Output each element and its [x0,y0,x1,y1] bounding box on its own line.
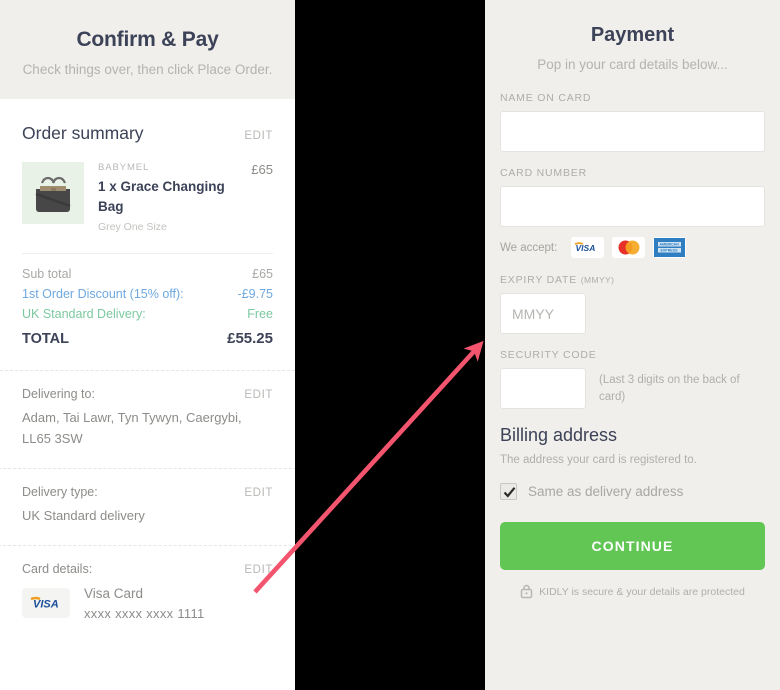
order-summary-body: Order summary EDIT BABYMEL 1 x Grace Cha… [0,99,295,352]
product-price: £65 [251,162,273,177]
delivery-type-header: Delivery type: EDIT [22,485,273,499]
totals-row-delivery: UK Standard Delivery: Free [22,304,273,324]
expiry-date-label-text: EXPIRY DATE [500,274,578,286]
billing-address-subtitle: The address your card is registered to. [500,454,697,466]
discount-value: -£9.75 [237,287,273,302]
saved-card-text: Visa Card xxxx xxxx xxxx 1111 [70,586,205,621]
checkmark-icon [503,487,516,498]
payment-header: Payment Pop in your card details below..… [500,0,765,92]
card-number-input[interactable] [500,186,765,227]
security-code-group: SECURITY CODE (Last 3 digits on the back… [500,349,765,409]
card-number-group: CARD NUMBER [500,167,765,227]
mastercard-icon [612,237,646,258]
svg-text:VISA: VISA [33,599,59,611]
delivery-type-block: Delivery type: EDIT UK Standard delivery [22,469,273,545]
svg-text:AMERICAN: AMERICAN [660,243,680,247]
card-details-header: Card details: EDIT [22,562,273,576]
same-as-delivery-label: Same as delivery address [528,484,684,499]
totals-row-grand-total: TOTAL £55.25 [22,324,273,350]
visa-logo-glyph: VISA [574,242,596,253]
security-code-hint: (Last 3 digits on the back of card) [599,374,740,403]
security-code-row: (Last 3 digits on the back of card) [500,368,765,409]
edit-order-summary-link[interactable]: EDIT [244,130,273,142]
edit-delivery-type-link[interactable]: EDIT [244,487,273,499]
card-details-section: Card details: EDIT VISA Visa Card xxxx x… [0,546,295,639]
expiry-date-group: EXPIRY DATE (MMYY) [500,274,765,334]
edit-card-details-link[interactable]: EDIT [244,564,273,576]
delivering-to-block: Delivering to: EDIT Adam, Tai Lawr, Tyn … [22,371,273,468]
secure-note-text: KIDLY is secure & your details are prote… [539,585,745,598]
delivery-label: UK Standard Delivery: [22,307,146,322]
saved-card-name: Visa Card [84,585,144,601]
page-subtitle: Check things over, then click Place Orde… [22,62,273,77]
saved-card-number: xxxx xxxx xxxx 1111 [84,605,205,621]
name-on-card-input[interactable] [500,111,765,152]
visa-icon: VISA [571,237,605,258]
continue-button[interactable]: CONTINUE [500,522,765,570]
product-brand: BABYMEL [98,162,150,173]
card-number-label: CARD NUMBER [500,167,587,179]
same-as-delivery-checkbox[interactable] [500,483,517,500]
delivery-type-label: Delivery type: [22,484,98,499]
billing-address-section: Billing address The address your card is… [500,425,765,500]
expiry-date-label: EXPIRY DATE (MMYY) [500,274,765,286]
discount-label: 1st Order Discount (15% off): [22,287,184,302]
product-thumbnail [22,162,84,224]
total-label: TOTAL [22,331,69,348]
confirm-and-pay-panel: Confirm & Pay Check things over, then cl… [0,0,295,690]
mastercard-logo-glyph [618,240,640,255]
we-accept-label: We accept: [500,241,558,254]
same-as-delivery-row[interactable]: Same as delivery address [500,483,765,500]
card-details-block: Card details: EDIT VISA Visa Card xxxx x… [22,546,273,639]
subtotal-label: Sub total [22,267,72,282]
saved-card-row: VISA Visa Card xxxx xxxx xxxx 1111 [22,586,273,621]
visa-logo-glyph: VISA [30,596,59,611]
delivering-to-address: Adam, Tai Lawr, Tyn Tywyn, Caergybi, LL6… [22,410,242,446]
visa-icon: VISA [22,588,70,619]
payment-subtitle: Pop in your card details below... [537,57,728,72]
delivering-to-header: Delivering to: EDIT [22,387,273,401]
expiry-date-format-hint: (MMYY) [580,275,615,285]
name-on-card-group: NAME ON CARD [500,92,765,152]
page-title: Confirm & Pay [76,28,219,51]
product-name: 1 x Grace Changing Bag [98,179,225,214]
lock-icon [520,584,533,599]
confirm-header: Confirm & Pay Check things over, then cl… [0,0,295,99]
delivery-type-section: Delivery type: EDIT UK Standard delivery [0,469,295,545]
screenshot-stage: Confirm & Pay Check things over, then cl… [0,0,780,690]
delivering-to-label: Delivering to: [22,387,95,402]
subtotal-value: £65 [252,267,273,282]
security-code-label: SECURITY CODE [500,349,597,361]
edit-delivering-to-link[interactable]: EDIT [244,389,273,401]
name-on-card-label: NAME ON CARD [500,92,592,104]
delivering-to-section: Delivering to: EDIT Adam, Tai Lawr, Tyn … [0,371,295,468]
svg-text:VISA: VISA [576,243,596,253]
order-summary-title: Order summary [22,123,144,143]
american-express-icon: AMERICAN EXPRESS [653,237,687,258]
total-value: £55.25 [227,330,273,348]
billing-address-title: Billing address [500,425,618,445]
expiry-date-input[interactable] [500,293,586,334]
product-info: BABYMEL 1 x Grace Changing Bag Grey One … [84,162,245,233]
totals-row-subtotal: Sub total £65 [22,264,273,284]
delivery-value: Free [247,307,273,322]
order-line-item: BABYMEL 1 x Grace Changing Bag Grey One … [22,144,273,253]
payment-title: Payment [590,24,675,46]
payment-panel: Payment Pop in your card details below..… [485,0,780,690]
changing-bag-image [22,162,84,224]
card-details-label: Card details: [22,561,93,576]
accepted-cards-row: We accept: VISA AMERICAN EXPRESS [500,237,765,258]
order-summary-header: Order summary EDIT [22,99,273,144]
order-totals: Sub total £65 1st Order Discount (15% of… [22,254,273,352]
security-code-input[interactable] [500,368,586,409]
product-variant: Grey One Size [98,221,167,234]
delivery-type-value: UK Standard delivery [22,507,145,523]
amex-logo-glyph: AMERICAN EXPRESS [654,238,686,257]
secure-note-row: KIDLY is secure & your details are prote… [500,584,765,599]
totals-row-discount: 1st Order Discount (15% off): -£9.75 [22,284,273,304]
svg-text:EXPRESS: EXPRESS [661,249,679,253]
